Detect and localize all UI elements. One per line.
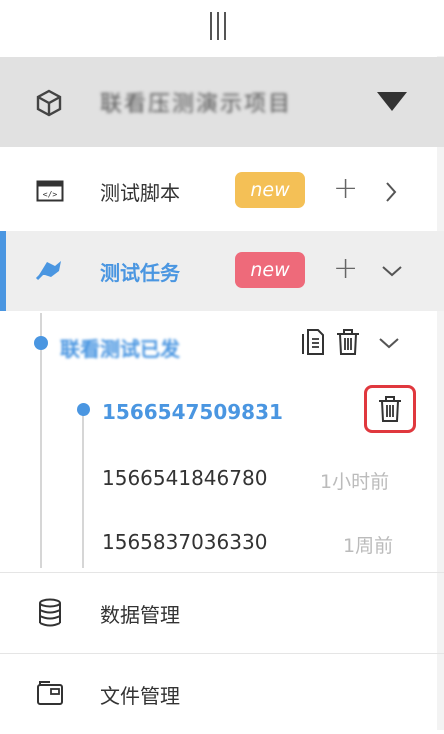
file-folder-icon <box>37 681 63 705</box>
run-item-time: 1周前 <box>343 535 394 557</box>
run-item-id[interactable]: 1565837036330 <box>102 530 267 554</box>
copy-doc-icon[interactable] <box>302 329 324 355</box>
delete-run-button[interactable] <box>364 385 416 433</box>
caret-down-icon[interactable] <box>377 92 407 111</box>
nav-item-data[interactable]: 数据管理 <box>0 573 444 653</box>
run-item-id[interactable]: 1566541846780 <box>102 466 267 490</box>
new-badge: new <box>235 172 305 208</box>
code-window-icon: </> <box>36 180 64 202</box>
nav-item-label: 测试脚本 <box>100 181 180 205</box>
tree-line <box>40 313 42 568</box>
nav-item-label: 文件管理 <box>100 684 180 708</box>
chevron-down-icon[interactable] <box>381 264 403 278</box>
run-item-time: 1小时前 <box>320 471 390 493</box>
active-indicator <box>0 231 6 311</box>
tree-node-dot <box>77 403 90 416</box>
resize-handle-icon[interactable] <box>210 12 230 40</box>
add-icon[interactable]: + <box>333 174 358 204</box>
nav-item-label: 测试任务 <box>100 261 180 285</box>
tree-line <box>82 413 84 568</box>
chevron-right-icon[interactable] <box>384 181 398 203</box>
nav-item-scripts[interactable]: </> 测试脚本 new + <box>0 151 444 232</box>
trash-icon <box>379 396 401 422</box>
run-item-id[interactable]: 1566547509831 <box>102 400 283 424</box>
nav-item-tasks[interactable]: 测试任务 new + <box>0 231 444 311</box>
tree-node-dot <box>34 336 48 350</box>
trash-icon[interactable] <box>335 328 361 356</box>
svg-text:</>: </> <box>43 190 58 199</box>
project-name: 联看压测演示项目 <box>100 92 293 117</box>
database-icon <box>39 598 61 627</box>
task-group-name[interactable]: 联看测试已发 <box>60 333 180 362</box>
nav-item-files[interactable]: 文件管理 <box>0 654 444 734</box>
nav-item-label: 数据管理 <box>100 603 180 627</box>
add-icon[interactable]: + <box>333 254 358 284</box>
tasks-icon <box>35 261 61 281</box>
new-badge: new <box>235 252 305 288</box>
chevron-down-icon[interactable] <box>378 336 400 350</box>
cube-icon <box>36 89 62 117</box>
